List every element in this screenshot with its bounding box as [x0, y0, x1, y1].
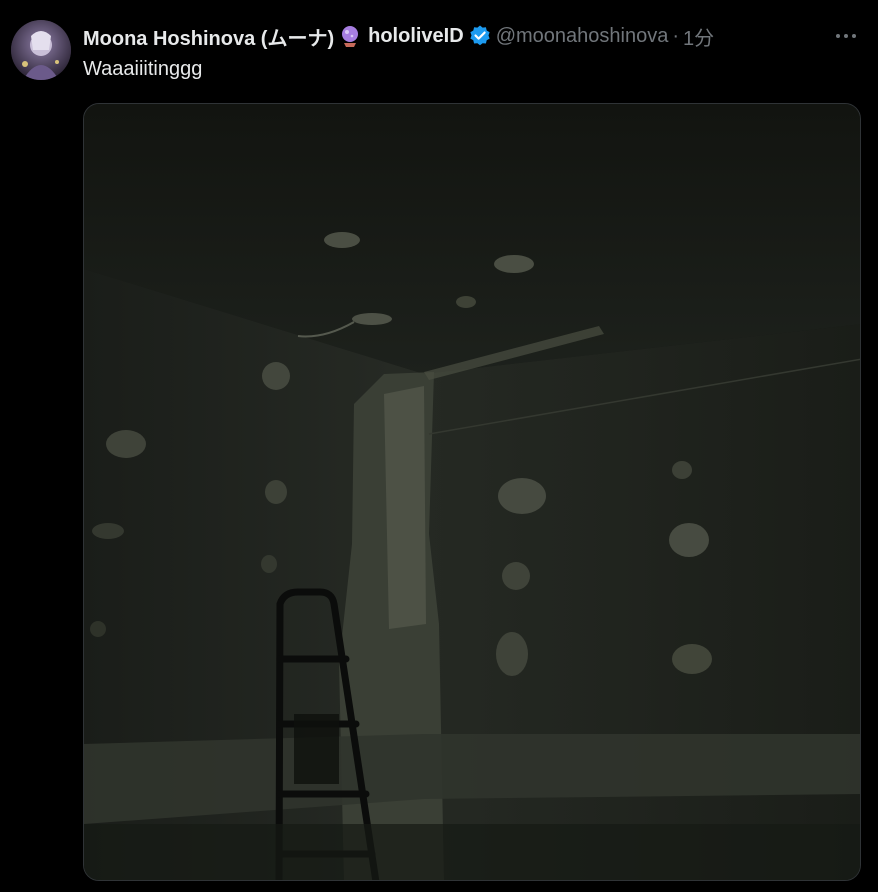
tweet-text: Waaaiiitinggg	[83, 58, 203, 80]
avatar[interactable]	[11, 20, 71, 80]
separator-dot: ·	[672, 24, 679, 47]
more-options-icon[interactable]	[830, 24, 862, 48]
display-name[interactable]: Moona Hoshinova (ムーナ)	[83, 22, 334, 51]
user-handle[interactable]: @moonahoshinova	[496, 25, 669, 48]
tweet: Moona Hoshinova (ムーナ) hololiveID @moonah…	[0, 0, 878, 892]
tweet-header: Moona Hoshinova (ムーナ) hololiveID @moonah…	[83, 22, 714, 50]
crystal-ball-icon	[338, 24, 362, 48]
verified-badge-icon	[468, 24, 492, 48]
timestamp[interactable]: 1分	[683, 22, 714, 51]
tweet-photo[interactable]	[83, 103, 861, 881]
affiliation-label[interactable]: hololiveID	[368, 25, 464, 48]
